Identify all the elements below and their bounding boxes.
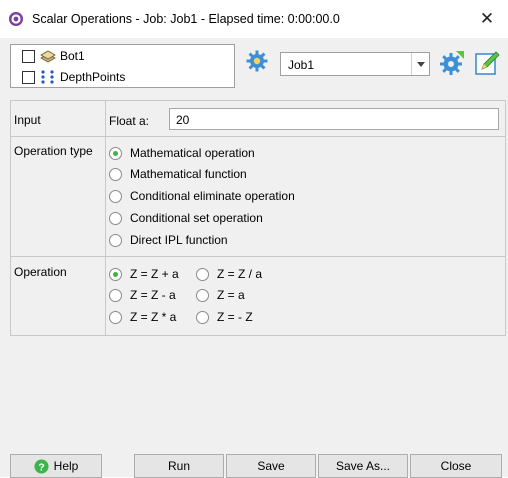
radio-mathematical-operation[interactable]: Mathematical operation <box>109 146 255 160</box>
close-button[interactable]: Close <box>410 454 502 478</box>
job-select[interactable]: Job1 <box>280 52 430 76</box>
row-divider <box>11 136 505 137</box>
surface-layer-icon <box>40 50 56 63</box>
window-close-button[interactable]: ✕ <box>474 6 500 32</box>
layer-checkbox[interactable] <box>22 70 35 84</box>
title-bar: Scalar Operations - Job: Job1 - Elapsed … <box>0 0 508 38</box>
radio-button[interactable] <box>196 288 209 302</box>
radio-z-plus-a[interactable]: Z = Z + a <box>109 267 179 281</box>
radio-label: Z = Z + a <box>130 267 179 281</box>
radio-label: Z = Z / a <box>217 267 263 281</box>
layer-label: Bot1 <box>60 49 85 63</box>
help-button[interactable]: ? Help <box>10 454 102 478</box>
save-as-button-label: Save As... <box>335 459 391 473</box>
job-settings-gear-icon[interactable] <box>245 49 269 73</box>
radio-conditional-eliminate[interactable]: Conditional eliminate operation <box>109 189 295 203</box>
radio-label: Z = Z - a <box>130 288 176 302</box>
parameter-form: Input Operation type Operation Float a: … <box>10 100 506 336</box>
row-divider <box>11 256 505 257</box>
app-icon <box>9 12 23 26</box>
float-a-label: Float a: <box>109 114 150 128</box>
radio-z-times-a[interactable]: Z = Z * a <box>109 310 176 324</box>
layer-label: DepthPoints <box>60 70 126 84</box>
run-button-label: Run <box>167 459 190 473</box>
layer-checkbox[interactable] <box>22 49 35 63</box>
radio-button[interactable] <box>109 211 122 225</box>
radio-direct-ipl[interactable]: Direct IPL function <box>109 233 228 247</box>
radio-label: Conditional set operation <box>130 211 263 225</box>
input-section-label: Input <box>14 113 41 127</box>
dialog-body: Bot1 DepthPoints Job1 Input Operation ty… <box>0 38 508 478</box>
save-as-button[interactable]: Save As... <box>318 454 408 478</box>
radio-conditional-set[interactable]: Conditional set operation <box>109 211 263 225</box>
close-button-label: Close <box>440 459 472 473</box>
radio-button[interactable] <box>196 267 209 281</box>
radio-label: Mathematical operation <box>130 146 255 160</box>
radio-label: Z = Z * a <box>130 310 177 324</box>
layer-list: Bot1 DepthPoints <box>10 44 235 88</box>
radio-label: Z = a <box>217 288 245 302</box>
float-a-input[interactable]: 20 <box>169 108 499 130</box>
save-button[interactable]: Save <box>226 454 316 478</box>
layer-item-depthpoints[interactable]: DepthPoints <box>11 67 234 87</box>
radio-z-div-a[interactable]: Z = Z / a <box>196 267 262 281</box>
run-button[interactable]: Run <box>134 454 224 478</box>
radio-button[interactable] <box>109 288 122 302</box>
radio-z-equals-a[interactable]: Z = a <box>196 288 245 302</box>
radio-label: Mathematical function <box>130 167 247 181</box>
chevron-down-icon[interactable] <box>411 53 429 75</box>
radio-label: Direct IPL function <box>130 233 228 247</box>
radio-label: Conditional eliminate operation <box>130 189 295 203</box>
settings-gear-icon[interactable] <box>439 50 465 76</box>
help-button-label: Help <box>53 459 79 473</box>
radio-z-minus-a[interactable]: Z = Z - a <box>109 288 176 302</box>
save-button-label: Save <box>257 459 285 473</box>
radio-button[interactable] <box>196 310 209 324</box>
radio-button[interactable] <box>109 146 122 160</box>
radio-button[interactable] <box>109 167 122 181</box>
radio-label: Z = - Z <box>217 310 253 324</box>
radio-button[interactable] <box>109 267 122 281</box>
points-layer-icon <box>41 70 54 84</box>
radio-mathematical-function[interactable]: Mathematical function <box>109 167 247 181</box>
radio-button[interactable] <box>109 189 122 203</box>
radio-z-negate[interactable]: Z = - Z <box>196 310 253 324</box>
radio-button[interactable] <box>109 310 122 324</box>
float-a-value: 20 <box>176 113 190 127</box>
job-select-value: Job1 <box>288 58 315 72</box>
svg-text:?: ? <box>38 462 44 473</box>
radio-button[interactable] <box>109 233 122 247</box>
operation-type-section-label: Operation type <box>14 144 93 158</box>
operation-section-label: Operation <box>14 265 67 279</box>
help-icon: ? <box>34 458 49 474</box>
layer-item-bot1[interactable]: Bot1 <box>11 46 234 66</box>
window-title: Scalar Operations - Job: Job1 - Elapsed … <box>32 12 340 26</box>
edit-icon[interactable] <box>474 50 500 76</box>
